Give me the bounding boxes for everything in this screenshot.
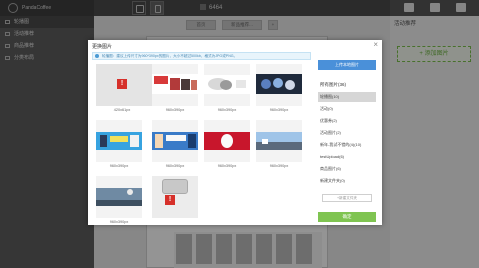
- error-icon: !: [165, 195, 175, 205]
- close-icon[interactable]: ×: [373, 41, 378, 49]
- upload-local-image-button[interactable]: 上传本地图片: [318, 60, 376, 70]
- change-image-dialog: 更换图片 × 轮播图：建议上传尺寸为960*390px的图片，大小不超过500k…: [88, 40, 382, 225]
- confirm-button[interactable]: 确定: [318, 212, 376, 222]
- image-size: 420x61px: [113, 108, 131, 112]
- banner-image: [152, 120, 198, 162]
- group-item[interactable]: testUpload(6): [318, 152, 376, 162]
- dialog-title: 更换图片: [92, 44, 113, 50]
- group-item[interactable]: 活动(0): [318, 104, 376, 114]
- image-placeholder-icon: [162, 179, 188, 194]
- image-size: 960x390px: [217, 108, 237, 112]
- upload-tip-text: 轮播图：建议上传尺寸为960*390px的图片，大小不超过500kb，格式为JP…: [102, 54, 238, 58]
- group-item[interactable]: 活动图片(2): [318, 128, 376, 138]
- image-size: 960x390px: [217, 164, 237, 168]
- group-item[interactable]: 商品图片(6): [318, 164, 376, 174]
- image-size: 960x390px: [165, 164, 185, 168]
- broken-image: !: [96, 64, 156, 106]
- group-item[interactable]: 新年-我试不错的(4)(10): [318, 140, 376, 150]
- info-icon: [95, 54, 99, 58]
- image-size: 960x390px: [109, 220, 129, 224]
- banner-image: [256, 120, 302, 162]
- image-grid: ! 420x61px 960x390px 960x390px 960x390px…: [92, 64, 311, 224]
- all-images-label[interactable]: 所有图片(36): [320, 82, 346, 88]
- image-size: 960x390px: [269, 164, 289, 168]
- banner-image: [204, 64, 250, 106]
- image-size: 960x390px: [269, 108, 289, 112]
- banner-image: [204, 120, 250, 162]
- group-item[interactable]: 优惠券(2): [318, 116, 376, 126]
- banner-image: [96, 176, 142, 218]
- error-icon: !: [117, 79, 127, 89]
- image-size: 960x390px: [109, 164, 129, 168]
- banner-image: [152, 64, 198, 106]
- image-groups-panel: 上传本地图片 所有图片(36) 轮播图(10) 活动(0) 优惠券(2) 活动图…: [318, 60, 378, 222]
- group-item[interactable]: 轮播图(10): [318, 92, 376, 102]
- upload-tip: 轮播图：建议上传尺寸为960*390px的图片，大小不超过500kb，格式为JP…: [92, 52, 311, 60]
- broken-image: !: [152, 176, 198, 218]
- group-item[interactable]: 新建文件夹(0): [318, 176, 376, 186]
- banner-image: [96, 120, 142, 162]
- image-size: 960x390px: [165, 108, 185, 112]
- banner-image: [256, 64, 302, 106]
- new-folder-button[interactable]: +新建文件夹: [322, 194, 372, 202]
